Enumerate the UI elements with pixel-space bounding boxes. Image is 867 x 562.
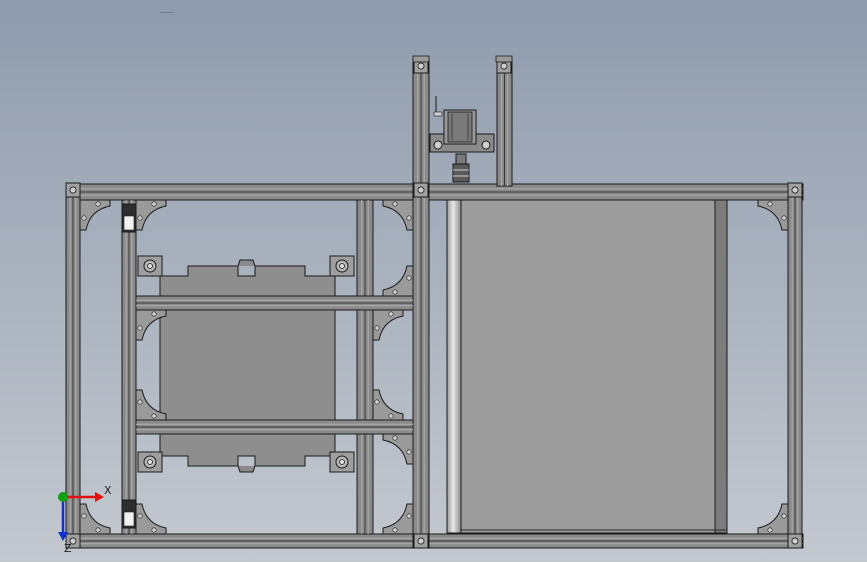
triad-x-label: X [104, 484, 112, 497]
extrusion-end-cap [787, 533, 803, 549]
inner-cross-beam-upper[interactable] [135, 295, 414, 311]
frame-bottom-beam[interactable] [65, 533, 804, 549]
triad-z-label: Z [64, 542, 72, 555]
rail-slider-block[interactable] [121, 203, 137, 233]
selection-hint-line [160, 12, 174, 13]
extrusion-end-cap [65, 182, 81, 198]
extrusion-end-cap [787, 182, 803, 198]
frame-center-post[interactable] [412, 59, 430, 549]
extrusion-end-profile [412, 55, 430, 63]
extrusion-end-cap [413, 182, 429, 198]
linear-bearing-block[interactable] [137, 255, 163, 277]
cad-graphics-area[interactable]: X Z [0, 0, 867, 562]
frame-top-beam[interactable] [65, 183, 804, 201]
xy-carriage-plate[interactable] [159, 259, 336, 473]
extrusion-end-profile [495, 55, 513, 63]
frame-left-post[interactable] [65, 183, 81, 549]
frame-right-post[interactable] [787, 183, 803, 549]
linear-rod[interactable] [446, 199, 462, 534]
linear-bearing-block[interactable] [329, 255, 355, 277]
rail-slider-block[interactable] [121, 499, 137, 529]
sliding-panel[interactable] [454, 199, 728, 534]
extrusion-end-cap [413, 533, 429, 549]
inner-cross-beam-lower[interactable] [135, 419, 414, 435]
model-view[interactable]: X Z [0, 0, 867, 562]
linear-bearing-block[interactable] [137, 451, 163, 473]
frame-top-post-right[interactable] [496, 59, 513, 187]
inner-left-rail[interactable] [121, 199, 137, 535]
inner-mid-rail[interactable] [356, 199, 374, 535]
linear-bearing-block[interactable] [329, 451, 355, 473]
